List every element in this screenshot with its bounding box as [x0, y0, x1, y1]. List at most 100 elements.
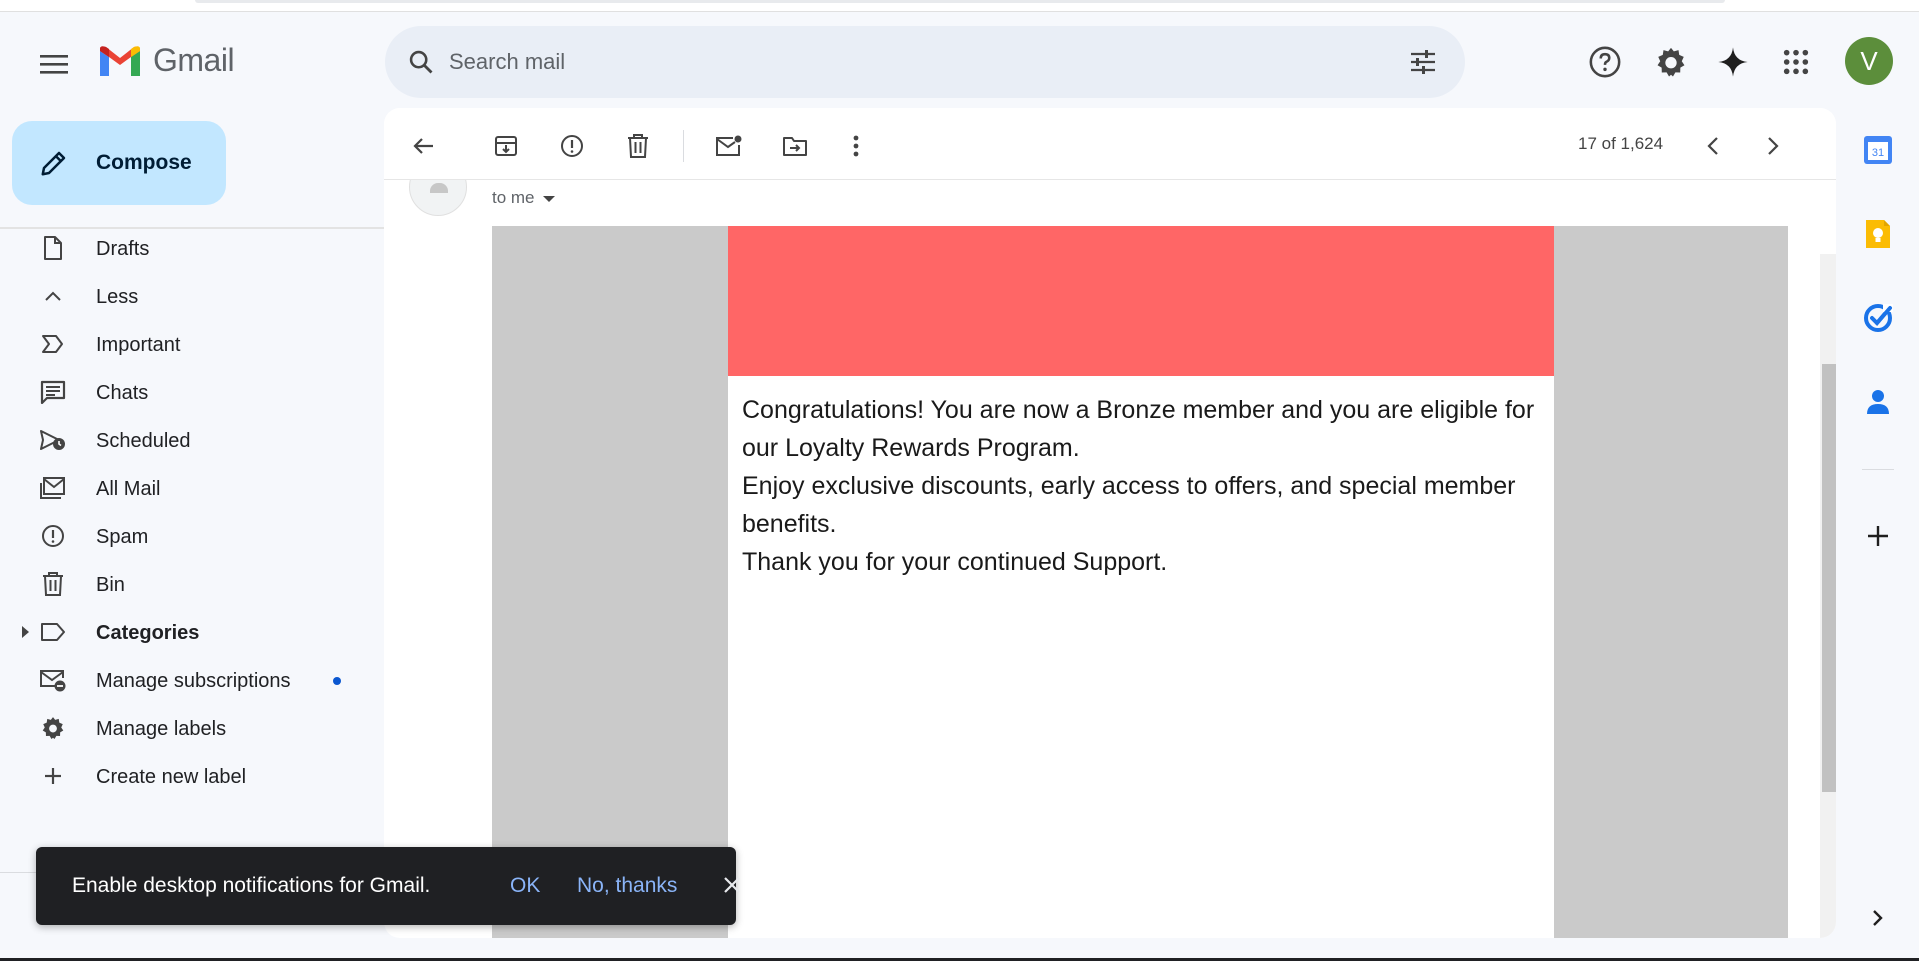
- snackbar-no-thanks-button[interactable]: No, thanks: [577, 874, 677, 898]
- sidebar-item-label: Drafts: [96, 238, 150, 260]
- gemini-button[interactable]: [1711, 40, 1755, 84]
- move-to-icon: [783, 137, 807, 156]
- compose-label: Compose: [96, 151, 192, 174]
- draft-icon: [38, 236, 68, 260]
- sidebar-item-categories[interactable]: Categories: [0, 608, 384, 656]
- scrollbar[interactable]: [1820, 254, 1836, 938]
- more-options-button[interactable]: [836, 126, 876, 166]
- important-icon: [38, 332, 68, 356]
- newer-button[interactable]: [1693, 126, 1733, 166]
- keep-app-button[interactable]: [1860, 216, 1896, 252]
- chevron-right-icon: [1873, 910, 1883, 926]
- email-banner: [728, 226, 1554, 376]
- message-toolbar: 17 of 1,624: [384, 108, 1836, 180]
- main-menu-button[interactable]: [34, 44, 74, 84]
- sidebar-item-label: Less: [96, 286, 139, 308]
- get-addons-button[interactable]: [1860, 518, 1896, 554]
- gemini-sparkle-icon: [1718, 47, 1748, 77]
- sidebar-item-spam[interactable]: Spam: [0, 512, 384, 560]
- spam-icon: [38, 524, 68, 548]
- snackbar-message: Enable desktop notifications for Gmail.: [72, 874, 431, 897]
- tasks-app-button[interactable]: [1860, 300, 1896, 336]
- hamburger-icon: [40, 55, 68, 74]
- delete-icon: [628, 134, 648, 158]
- sidebar-item-label: Manage subscriptions: [96, 670, 291, 692]
- report-spam-button[interactable]: [552, 126, 592, 166]
- report-icon: [561, 135, 583, 157]
- gear-icon: [38, 716, 68, 740]
- older-button[interactable]: [1753, 126, 1793, 166]
- settings-button[interactable]: [1649, 40, 1693, 84]
- browser-top-strip: [0, 0, 1919, 12]
- sidebar-item-label: Important: [96, 334, 181, 356]
- calendar-app-button[interactable]: 31: [1860, 132, 1896, 168]
- archive-icon: [495, 136, 517, 156]
- calendar-icon: 31: [1864, 136, 1892, 164]
- label-icon: [38, 620, 68, 644]
- gmail-logo[interactable]: Gmail: [97, 42, 235, 79]
- sidebar-item-all-mail[interactable]: All Mail: [0, 464, 384, 512]
- compose-button[interactable]: Compose: [12, 121, 226, 205]
- arrow-back-icon: [413, 138, 433, 154]
- email-content: Congratulations! You are now a Bronze me…: [728, 226, 1554, 938]
- sidebar-item-label: Chats: [96, 382, 149, 404]
- email-body-text: Congratulations! You are now a Bronze me…: [742, 391, 1542, 581]
- snackbar-close-button[interactable]: [716, 869, 748, 901]
- sidebar-item-label: Create new label: [96, 766, 247, 788]
- sidebar-item-create-label[interactable]: Create new label: [0, 752, 384, 800]
- email-paragraph: Thank you for your continued Support.: [742, 548, 1168, 576]
- help-icon: [1589, 46, 1621, 78]
- plus-icon: [1868, 526, 1888, 546]
- show-side-panel-button[interactable]: [1860, 900, 1896, 936]
- sidebar-item-scheduled[interactable]: Scheduled: [0, 416, 384, 464]
- recipient-details-toggle[interactable]: to me: [492, 188, 555, 208]
- recipient-label: to me: [492, 188, 535, 207]
- chevron-right-icon: [1768, 137, 1779, 155]
- scrollbar-thumb[interactable]: [1822, 364, 1836, 792]
- sidebar-item-important[interactable]: Important: [0, 320, 384, 368]
- message-view: 17 of 1,624 to me Congratulations! You a…: [384, 108, 1836, 938]
- expand-arrow-icon[interactable]: [22, 626, 29, 638]
- search-bar[interactable]: [385, 26, 1465, 98]
- mark-unread-icon: [716, 135, 742, 156]
- email-body-frame: Congratulations! You are now a Bronze me…: [492, 226, 1788, 938]
- scheduled-icon: [38, 428, 68, 452]
- delete-button[interactable]: [618, 126, 658, 166]
- sidebar-nav: Drafts Less Important Chats Scheduled Al…: [0, 224, 384, 800]
- sidebar-item-bin[interactable]: Bin: [0, 560, 384, 608]
- sidebar-item-less[interactable]: Less: [0, 272, 384, 320]
- notification-snackbar: Enable desktop notifications for Gmail. …: [36, 847, 740, 925]
- pencil-icon: [36, 145, 72, 181]
- account-avatar[interactable]: V: [1845, 37, 1893, 85]
- sidebar-item-manage-labels[interactable]: Manage labels: [0, 704, 384, 752]
- sidebar-item-label: Bin: [96, 574, 125, 596]
- sidebar-item-label: Spam: [96, 526, 149, 548]
- archive-button[interactable]: [486, 126, 526, 166]
- snackbar-ok-button[interactable]: OK: [510, 874, 540, 898]
- email-paragraph: Congratulations! You are now a Bronze me…: [742, 396, 1535, 462]
- sidebar-item-drafts[interactable]: Drafts: [0, 224, 384, 272]
- search-options-icon[interactable]: [1405, 44, 1441, 80]
- sidebar-item-label: All Mail: [96, 478, 161, 500]
- manage-subscriptions-icon: [38, 668, 68, 692]
- gmail-wordmark: Gmail: [153, 42, 235, 78]
- apps-button[interactable]: [1774, 40, 1818, 84]
- bin-icon: [38, 572, 68, 596]
- all-mail-icon: [38, 476, 68, 500]
- contacts-app-button[interactable]: [1860, 384, 1896, 420]
- move-to-button[interactable]: [775, 126, 815, 166]
- tasks-icon: [1864, 304, 1893, 332]
- search-input[interactable]: [449, 44, 1349, 80]
- sidebar-item-chats[interactable]: Chats: [0, 368, 384, 416]
- help-button[interactable]: [1583, 40, 1627, 84]
- mark-unread-button[interactable]: [709, 126, 749, 166]
- gear-icon: [1657, 47, 1685, 77]
- rail-divider: [1862, 469, 1894, 470]
- sidebar-item-label: Categories: [96, 622, 200, 644]
- chat-icon: [38, 380, 68, 404]
- sidebar-item-label: Manage labels: [96, 718, 227, 740]
- back-button[interactable]: [404, 126, 444, 166]
- keep-icon: [1866, 220, 1890, 248]
- search-icon[interactable]: [403, 44, 439, 80]
- sidebar-item-manage-subscriptions[interactable]: Manage subscriptions: [0, 656, 384, 704]
